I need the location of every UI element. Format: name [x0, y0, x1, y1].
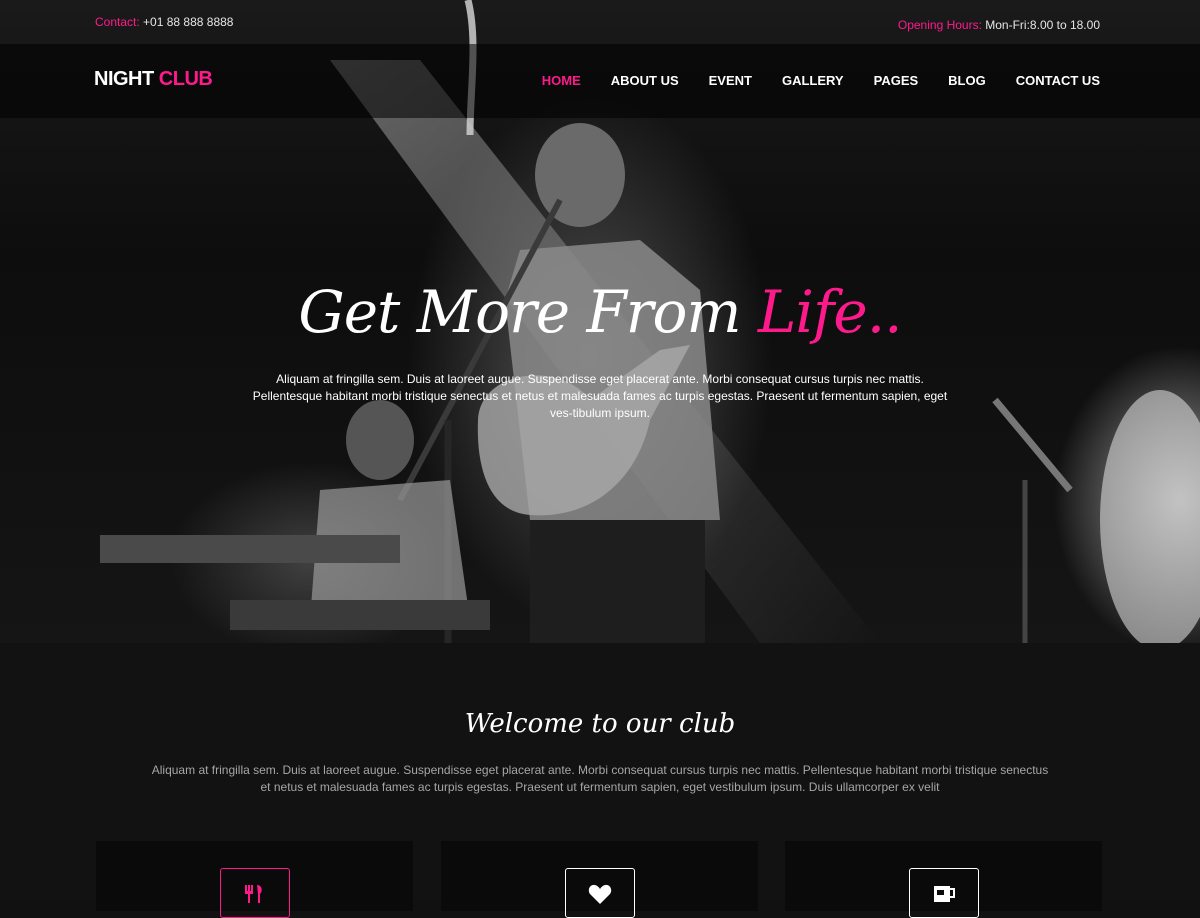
hours-value: Mon-Fri:8.00 to 18.00	[985, 18, 1100, 32]
nav-contact-us[interactable]: CONTACT US	[1016, 73, 1100, 88]
heart-icon-svg	[588, 884, 611, 904]
nav-gallery[interactable]: GALLERY	[782, 73, 844, 88]
nav-event[interactable]: EVENT	[709, 73, 752, 88]
hero-title: Get More From Life..	[0, 278, 1200, 346]
opening-hours: Opening Hours: Mon-Fri:8.00 to 18.00	[898, 18, 1100, 32]
feature-card-1	[96, 841, 413, 918]
nav-home[interactable]: HOME	[542, 73, 581, 88]
hero-description: Aliquam at fringilla sem. Duis at laoree…	[252, 372, 948, 420]
nav-pages[interactable]: PAGES	[874, 73, 919, 88]
welcome-title: Welcome to our club	[464, 709, 736, 739]
logo-part-club: CLUB	[158, 68, 213, 90]
feature-card-2	[441, 841, 758, 918]
nav-about-us[interactable]: ABOUT US	[611, 73, 679, 88]
main-nav: HOME ABOUT US EVENT GALLERY PAGES BLOG C…	[542, 73, 1100, 88]
hero-title-main: Get More From	[298, 278, 741, 346]
welcome-description: Aliquam at fringilla sem. Duis at laoree…	[151, 763, 1049, 794]
nav-blog[interactable]: BLOG	[948, 73, 986, 88]
heart-icon[interactable]	[564, 868, 635, 918]
cup-icon[interactable]	[908, 868, 979, 918]
contact-phone[interactable]: +01 88 888 8888	[143, 15, 233, 29]
hours-label: Opening Hours:	[897, 18, 982, 32]
contact-label: Contact:	[95, 15, 140, 29]
welcome-section: Welcome to our club Aliquam at fringilla…	[0, 643, 1200, 918]
cutlery-icon-svg	[244, 885, 262, 903]
hero-section: Contact: +01 88 888 8888 Opening Hours: …	[0, 0, 1200, 643]
contact-info: Contact: +01 88 888 8888	[95, 15, 233, 29]
cup-icon-svg	[933, 886, 955, 902]
cutlery-icon[interactable]	[219, 868, 290, 918]
site-logo[interactable]: NIGHT CLUB	[94, 68, 213, 91]
feature-card-3	[785, 841, 1102, 918]
navbar: NIGHT CLUB HOME ABOUT US EVENT GALLERY P…	[0, 44, 1200, 118]
logo-part-night: NIGHT	[94, 68, 154, 90]
hero-title-accent: Life..	[757, 278, 903, 346]
top-bar: Contact: +01 88 888 8888 Opening Hours: …	[0, 0, 1200, 44]
